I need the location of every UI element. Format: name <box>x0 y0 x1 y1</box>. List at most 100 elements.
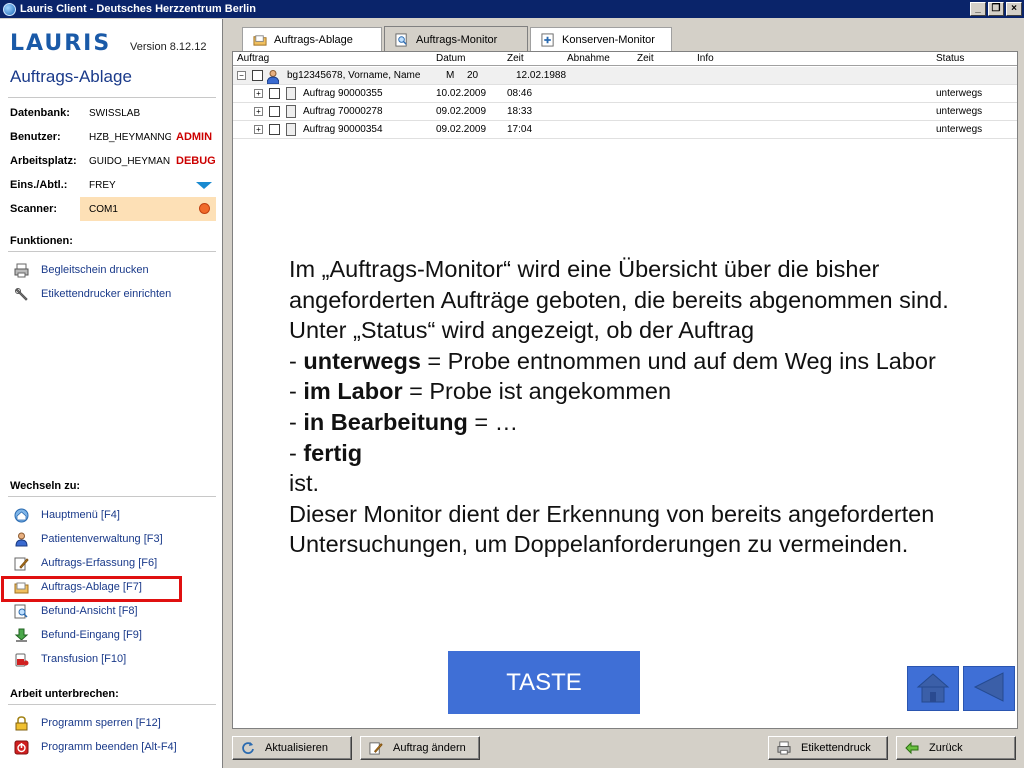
close-button[interactable]: × <box>1006 2 1022 16</box>
patient-icon <box>266 70 280 85</box>
link-programm-beenden[interactable]: Programm beenden [Alt-F4] <box>14 738 177 756</box>
refresh-icon <box>241 741 255 755</box>
row-checkbox[interactable] <box>269 124 280 135</box>
status-item-fertig: - fertig <box>289 438 1014 469</box>
blood-bag-icon <box>14 652 29 667</box>
link-programm-sperren[interactable]: Programm sperren [F12] <box>14 714 161 732</box>
status-cell: unterwegs <box>936 124 983 135</box>
auftrag-cell: Auftrag 90000354 <box>303 124 383 135</box>
callout-line: angeforderten Aufträge geboten, die bere… <box>289 286 949 313</box>
auftrag-aendern-button[interactable]: Auftrag ändern <box>360 736 480 760</box>
datum-cell: 09.02.2009 <box>436 106 487 117</box>
person-icon <box>14 532 29 547</box>
minimize-button[interactable]: _ <box>970 2 986 16</box>
status-term: in Bearbeitung <box>303 408 468 435</box>
status-desc: = Probe entnommen und auf dem Weg ins La… <box>420 347 936 374</box>
tab-konserven-monitor[interactable]: Konserven-Monitor <box>530 27 672 51</box>
status-term: im Labor <box>303 378 403 405</box>
etikettendruck-button[interactable]: Etikettendruck <box>768 736 888 760</box>
zeit-cell: 18:33 <box>507 106 533 117</box>
expand-icon[interactable]: + <box>254 89 263 98</box>
patient-row[interactable]: − bg12345678, Vorname, Name M 20 12.02.1… <box>233 67 1017 85</box>
auftrags-monitor-panel: Auftrag Datum Zeit Abnahme Zeit Info Sta… <box>232 51 1018 729</box>
status-desc: = Probe ist angekommen <box>402 378 672 405</box>
col-info[interactable]: Info <box>697 53 714 64</box>
debug-badge: DEBUG <box>176 155 216 167</box>
link-befund-eingang[interactable]: Befund-Eingang [F9] <box>14 626 142 644</box>
eins-abtl-value[interactable]: FREY <box>89 180 171 191</box>
tab-auftrags-ablage[interactable]: Auftrags-Ablage <box>242 27 382 51</box>
divider <box>8 496 216 497</box>
col-datum[interactable]: Datum <box>436 53 465 64</box>
benutzer-label: Benutzer: <box>10 131 61 143</box>
auftrag-cell: Auftrag 70000278 <box>303 106 383 117</box>
collapse-icon[interactable]: − <box>237 71 246 80</box>
wechseln-heading: Wechseln zu: <box>10 480 81 492</box>
link-hauptmenu[interactable]: Hauptmenü [F4] <box>14 506 120 524</box>
expand-icon[interactable]: + <box>254 107 263 116</box>
printer-icon <box>777 741 791 755</box>
link-patientenverwaltung[interactable]: Patientenverwaltung [F3] <box>14 530 163 548</box>
back-nav-button[interactable] <box>963 666 1015 711</box>
link-transfusion[interactable]: Transfusion [F10] <box>14 650 126 668</box>
zurueck-button[interactable]: Zurück <box>896 736 1016 760</box>
zeit-cell: 08:46 <box>507 88 533 99</box>
button-label: Aktualisieren <box>265 742 328 754</box>
scanner-status-icon <box>199 203 210 214</box>
arbeitsplatz-label: Arbeitsplatz: <box>10 155 77 167</box>
dash: - <box>289 378 304 405</box>
tutorial-callout: Im „Auftrags-Monitor“ wird eine Übersich… <box>289 254 1014 560</box>
link-etikettendrucker-einrichten[interactable]: Etikettendrucker einrichten <box>14 285 171 303</box>
status-term: unterwegs <box>303 347 421 374</box>
zeit-cell: 17:04 <box>507 124 533 135</box>
link-label: Begleitschein drucken <box>41 264 149 276</box>
button-label: Etikettendruck <box>801 742 871 754</box>
auftrag-cell: Auftrag 90000355 <box>303 88 383 99</box>
patient-sex: M <box>446 70 455 81</box>
link-auftrags-erfassung[interactable]: Auftrags-Erfassung [F6] <box>14 554 157 572</box>
col-auftrag[interactable]: Auftrag <box>237 53 269 64</box>
row-checkbox[interactable] <box>252 70 263 81</box>
sidebar: LAURIS Version 8.12.12 Auftrags-Ablage D… <box>0 19 223 768</box>
table-row[interactable]: + Auftrag 90000354 09.02.2009 17:04 unte… <box>233 121 1017 139</box>
row-checkbox[interactable] <box>269 106 280 117</box>
admin-badge: ADMIN <box>176 131 213 143</box>
patient-age: 20 <box>467 70 479 81</box>
info-eins-abtl[interactable]: Eins./Abtl.: FREY <box>0 173 223 197</box>
home-nav-button[interactable] <box>907 666 959 711</box>
dropdown-arrow-icon[interactable] <box>196 182 212 189</box>
restore-button[interactable]: ❐ <box>988 2 1004 16</box>
col-abnahme[interactable]: Abnahme <box>567 53 610 64</box>
eins-abtl-label: Eins./Abtl.: <box>10 179 68 191</box>
table-row[interactable]: + Auftrag 90000355 10.02.2009 08:46 unte… <box>233 85 1017 103</box>
plus-doc-icon <box>541 32 555 47</box>
unterbrechen-heading: Arbeit unterbrechen: <box>10 688 119 700</box>
row-checkbox[interactable] <box>269 88 280 99</box>
download-icon <box>14 628 29 643</box>
status-item-im-labor: - im Labor = Probe ist angekommen <box>289 376 1014 407</box>
home-icon <box>14 508 29 523</box>
status-cell: unterwegs <box>936 88 983 99</box>
table-row[interactable]: + Auftrag 70000278 09.02.2009 18:33 unte… <box>233 103 1017 121</box>
taste-button[interactable]: TASTE <box>448 651 640 714</box>
window-titlebar: Lauris Client - Deutsches Herzzentrum Be… <box>0 0 1024 18</box>
col-zeit[interactable]: Zeit <box>507 53 524 64</box>
callout-line: Dieser Monitor dient der Erkennung von b… <box>289 500 935 527</box>
link-label: Transfusion [F10] <box>41 653 127 665</box>
info-benutzer: Benutzer: HZB_HEYMANNG ADMIN <box>0 125 223 149</box>
document-icon <box>286 123 296 136</box>
tab-auftrags-monitor[interactable]: Auftrags-Monitor <box>384 26 528 52</box>
expand-icon[interactable]: + <box>254 125 263 134</box>
main-area: Auftrags-Ablage Auftrags-Monitor Konserv… <box>225 19 1024 768</box>
patient-dob: 12.02.1988 <box>516 70 567 81</box>
link-label: Auftrags-Erfassung [F6] <box>41 557 158 569</box>
col-status[interactable]: Status <box>936 53 964 64</box>
aktualisieren-button[interactable]: Aktualisieren <box>232 736 352 760</box>
app-globe-icon <box>3 2 16 16</box>
datenbank-label: Datenbank: <box>10 107 70 119</box>
back-arrow-icon <box>971 671 1007 706</box>
link-begleitschein-drucken[interactable]: Begleitschein drucken <box>14 261 149 279</box>
power-icon <box>14 740 29 755</box>
link-befund-ansicht[interactable]: Befund-Ansicht [F8] <box>14 602 138 620</box>
col-zeit-abnahme[interactable]: Zeit <box>637 53 654 64</box>
